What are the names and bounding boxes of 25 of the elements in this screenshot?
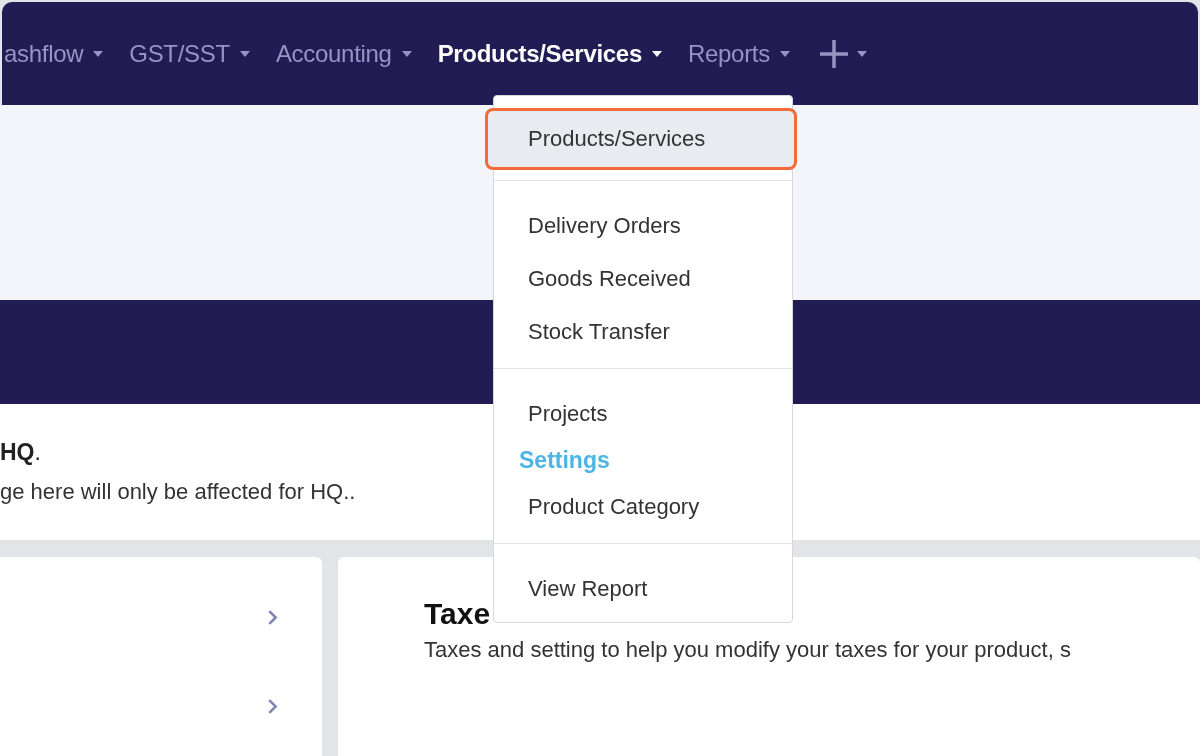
nav-menu[interactable]: GST/SST (116, 28, 263, 79)
nav-menu[interactable]: Accounting (262, 28, 425, 79)
notice-title: HQ. (0, 438, 41, 466)
chevron-right-icon[interactable] (267, 609, 278, 626)
nav-menu[interactable]: Products/Services (424, 28, 675, 79)
menu-section-header: Settings (518, 446, 611, 475)
caret-icon (93, 50, 104, 57)
caret-icon (239, 50, 250, 57)
menu-item[interactable]: Delivery Orders (487, 199, 799, 252)
menu-item[interactable]: Product Category (487, 480, 799, 533)
menu-item[interactable]: Stock Transfer (487, 305, 799, 358)
caret-icon (779, 50, 790, 57)
card-description: Taxes and setting to help you modify your taxes for your product, s (424, 637, 1072, 663)
chevron-right-icon[interactable] (267, 698, 278, 715)
menu-item[interactable]: Projects (487, 387, 799, 440)
caret-icon (856, 50, 867, 57)
caret-icon (651, 50, 662, 57)
card-title: Taxe (424, 597, 491, 631)
plus-icon (818, 38, 849, 69)
caret-icon (401, 50, 412, 57)
notice-text: ge here will only be affected for HQ.. (0, 478, 356, 506)
nav-menu[interactable]: ashflow (4, 28, 117, 79)
menu-item[interactable]: Products/Services (485, 108, 797, 170)
nav-menu[interactable]: Reports (674, 28, 803, 79)
menu-item[interactable]: Goods Received (487, 252, 799, 305)
